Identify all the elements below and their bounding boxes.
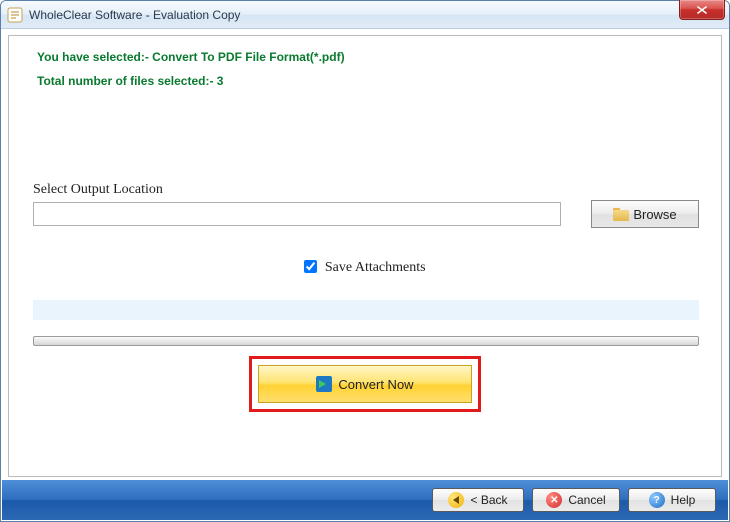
convert-highlight: Convert Now <box>249 356 481 412</box>
output-location-input[interactable] <box>33 202 561 226</box>
app-window: WholeClear Software - Evaluation Copy Yo… <box>0 0 730 522</box>
back-button[interactable]: < Back <box>432 488 524 512</box>
back-label: < Back <box>470 493 507 507</box>
convert-label: Convert Now <box>338 377 413 392</box>
help-label: Help <box>671 493 696 507</box>
convert-icon <box>316 376 332 392</box>
back-arrow-icon <box>448 492 464 508</box>
save-attachments-row: Save Attachments <box>9 260 721 276</box>
save-attachments-label: Save Attachments <box>325 260 426 275</box>
cancel-button[interactable]: ✕ Cancel <box>532 488 620 512</box>
content-panel: You have selected:- Convert To PDF File … <box>8 35 722 477</box>
progress-status-band <box>33 300 699 320</box>
output-location-label: Select Output Location <box>33 182 163 198</box>
browse-label: Browse <box>633 207 676 222</box>
titlebar: WholeClear Software - Evaluation Copy <box>1 1 729 29</box>
footer-bar: < Back ✕ Cancel ? Help <box>2 480 728 520</box>
file-count-text: Total number of files selected:- 3 <box>9 64 721 88</box>
convert-now-button[interactable]: Convert Now <box>258 365 472 403</box>
close-button[interactable] <box>679 0 725 20</box>
folder-icon <box>613 208 629 221</box>
cancel-label: Cancel <box>568 493 605 507</box>
progress-bar <box>33 336 699 346</box>
save-attachments-checkbox[interactable] <box>304 260 317 273</box>
selected-format-text: You have selected:- Convert To PDF File … <box>9 36 721 64</box>
app-icon <box>7 7 23 23</box>
help-icon: ? <box>649 492 665 508</box>
help-button[interactable]: ? Help <box>628 488 716 512</box>
browse-button[interactable]: Browse <box>591 200 699 228</box>
cancel-icon: ✕ <box>546 492 562 508</box>
window-title: WholeClear Software - Evaluation Copy <box>29 8 240 22</box>
